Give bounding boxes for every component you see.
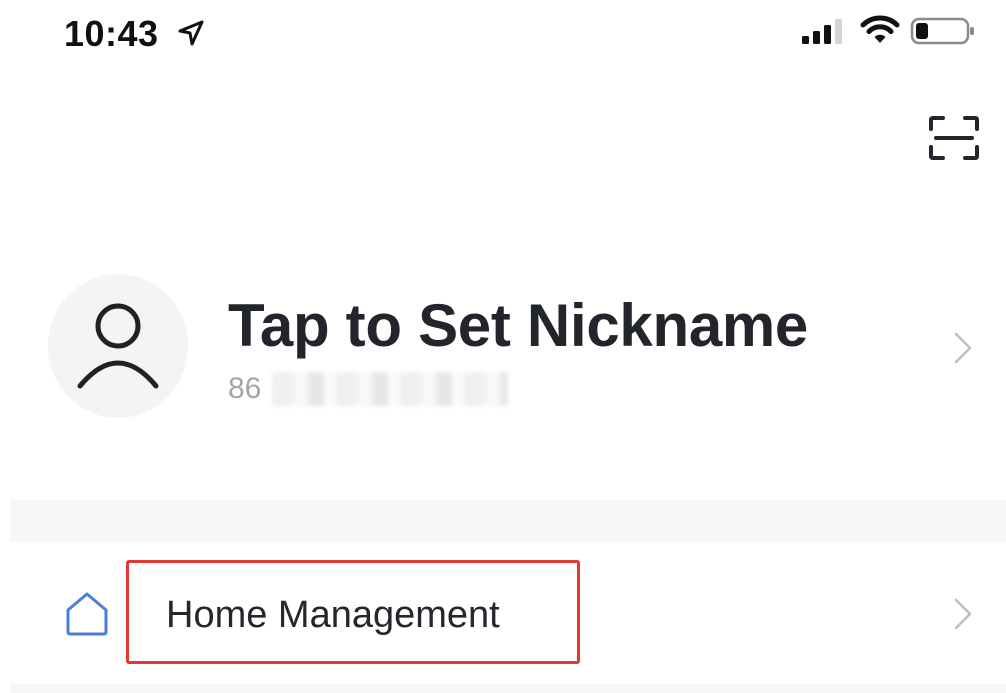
chevron-right-icon[interactable] [952, 596, 974, 632]
home-icon [66, 592, 108, 636]
phone-number-redaction [272, 372, 508, 406]
section-divider-bottom [10, 684, 1006, 693]
highlight-box [126, 560, 580, 664]
avatar[interactable] [48, 274, 188, 418]
nickname-label[interactable]: Tap to Set Nickname [228, 292, 808, 360]
user-icon [77, 303, 159, 389]
scan-icon[interactable] [928, 115, 980, 161]
cellular-signal-icon [802, 19, 842, 44]
section-divider [10, 500, 1006, 542]
chevron-right-icon[interactable] [952, 330, 974, 366]
wifi-icon [860, 15, 900, 43]
location-arrow-icon [178, 20, 204, 46]
phone-number: 86 [228, 372, 262, 405]
battery-icon [910, 17, 974, 45]
status-time: 10:43 [64, 13, 159, 54]
